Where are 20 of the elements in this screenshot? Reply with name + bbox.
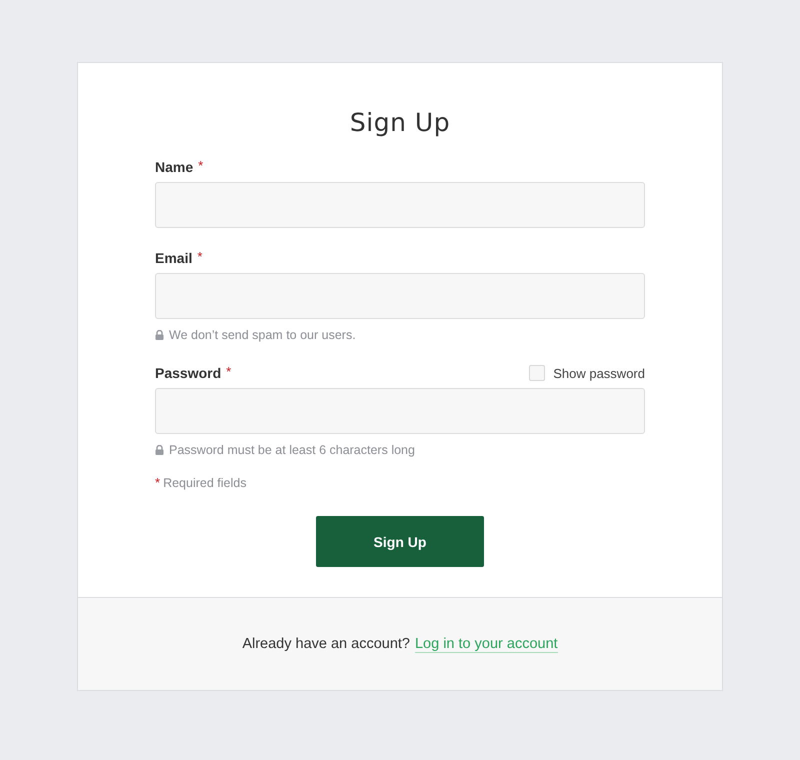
lock-icon [155, 330, 164, 340]
input-field[interactable] [155, 273, 645, 319]
input-field[interactable] [155, 182, 645, 228]
field-label: Password [155, 365, 222, 381]
footer-text: Already have an account? [242, 636, 410, 652]
checkbox[interactable] [529, 365, 546, 381]
signup-button[interactable]: Sign Up [316, 516, 484, 567]
field-label: Name [155, 159, 194, 175]
form-title: Sign Up [348, 107, 452, 139]
hint-text: We don’t send spam to our users. [169, 327, 356, 343]
required-mark: * [198, 158, 204, 172]
required-note: Required fields [163, 476, 246, 490]
field-label: Email [155, 250, 192, 266]
lock-icon [155, 445, 164, 455]
input-field[interactable] [155, 388, 645, 434]
required-mark: * [197, 248, 202, 264]
required-mark: * [226, 364, 232, 378]
hint-text: Password must be at least 6 characters long [169, 442, 415, 458]
required-mark: * [155, 475, 160, 490]
checkbox-label[interactable]: Show password [553, 366, 645, 380]
